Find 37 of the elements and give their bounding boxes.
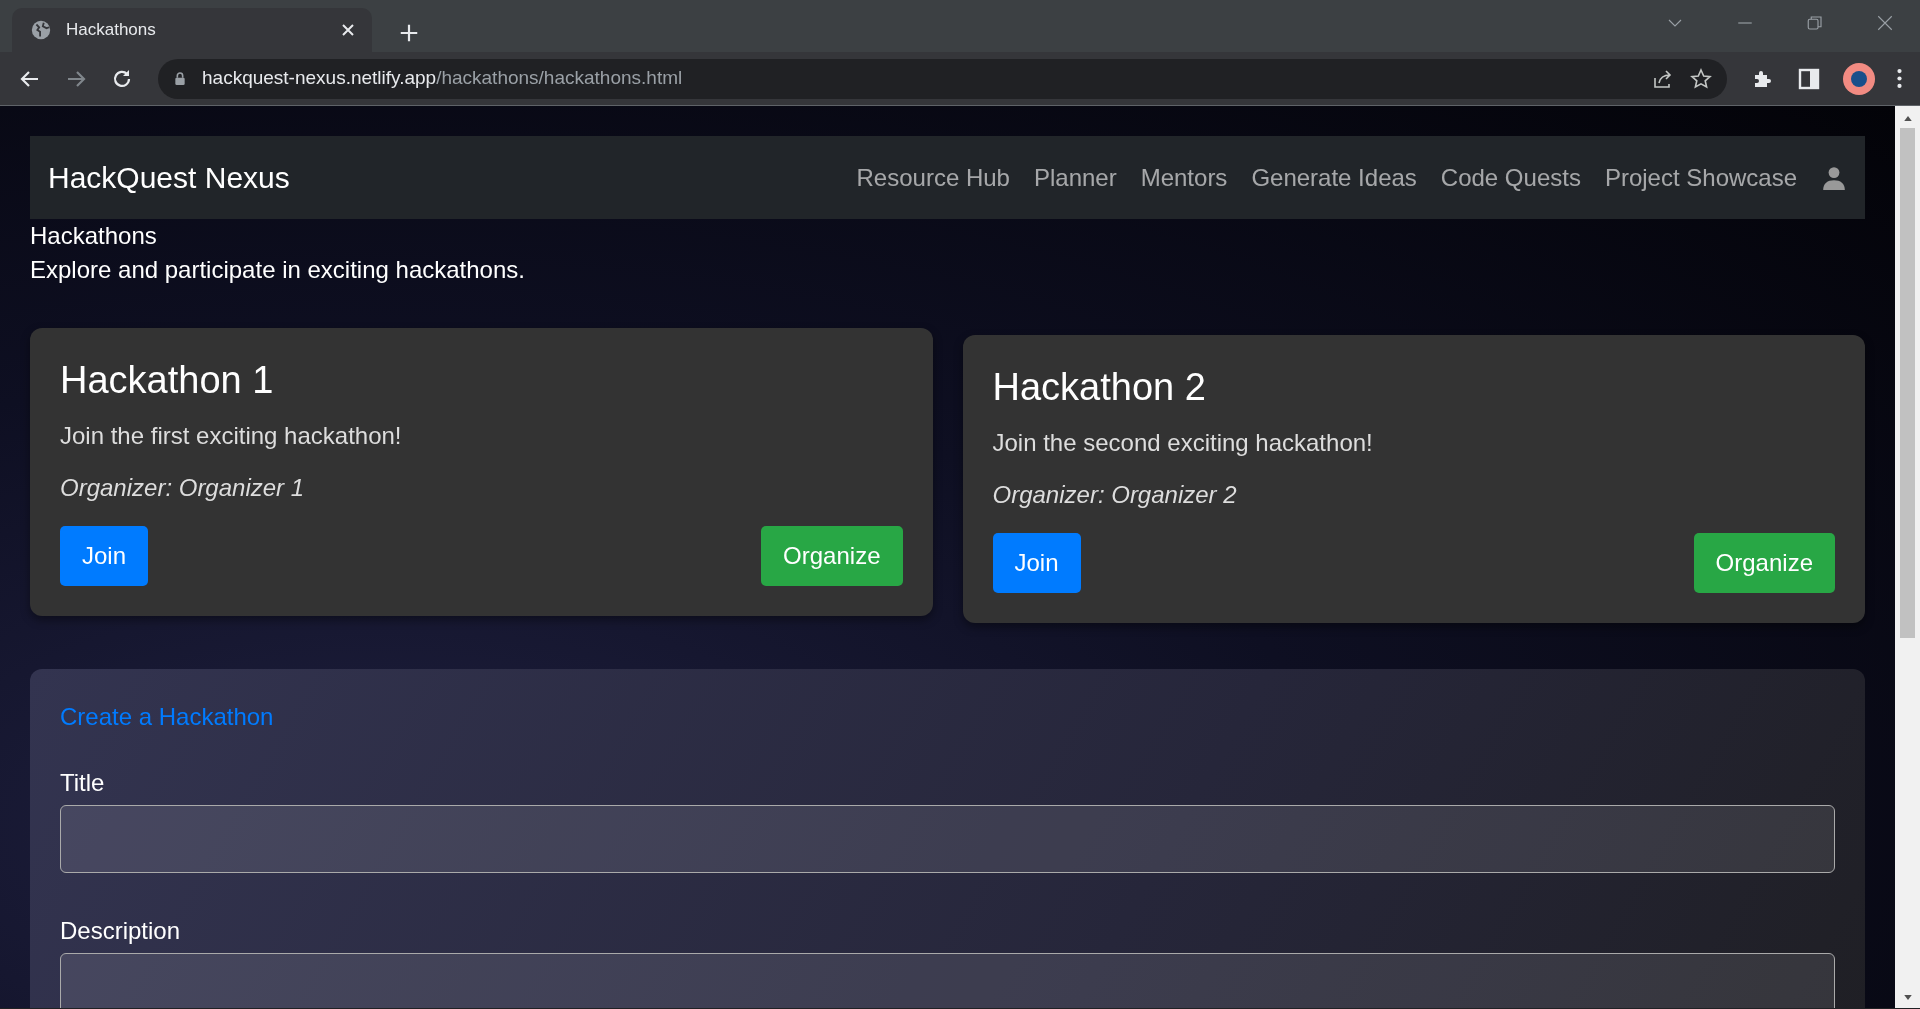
nav-link[interactable]: Generate Ideas xyxy=(1239,159,1429,196)
form-title: Create a Hackathon xyxy=(60,701,275,732)
star-icon[interactable] xyxy=(1689,66,1713,91)
arrow-up-icon[interactable] xyxy=(1902,114,1913,124)
page-title: Hackathons xyxy=(30,221,158,251)
scrollbar[interactable] xyxy=(1895,106,1920,1008)
join-button[interactable]: Join xyxy=(992,532,1081,593)
nav-link[interactable]: Resource Hub xyxy=(844,159,1022,196)
user-icon[interactable] xyxy=(1821,164,1847,191)
nav-link[interactable]: Planner xyxy=(1021,159,1129,196)
card-title: Hackathon 2 xyxy=(992,365,1207,411)
card-description: Join the second exciting hackathon! xyxy=(992,427,1374,458)
nav-link[interactable]: Project Showcase xyxy=(1592,159,1809,196)
brand-name[interactable]: HackQuest Nexus xyxy=(48,155,290,200)
field-label: Description xyxy=(60,915,182,946)
tab-title: Hackathons xyxy=(66,19,157,42)
address-bar[interactable]: hackquest-nexus.netlify.app/hackathons/hackathons.html xyxy=(158,58,1727,99)
organizer-text: Organizer: Organizer 1 xyxy=(60,472,306,503)
scroll-thumb[interactable] xyxy=(1900,128,1915,638)
avatar-icon xyxy=(1843,62,1875,95)
page-subtitle: Explore and participate in exciting hackathons. xyxy=(30,254,526,285)
card-title: Hackathon 1 xyxy=(60,358,275,404)
field-label: Title xyxy=(60,767,106,798)
more-icon xyxy=(1897,69,1902,88)
browser-tab[interactable]: Hackathons xyxy=(12,8,372,52)
nav-link[interactable]: Code Quests xyxy=(1428,159,1593,196)
arrow-down-icon[interactable] xyxy=(1902,992,1913,1002)
card-description: Join the first exciting hackathon! xyxy=(60,420,403,451)
input-field[interactable] xyxy=(60,804,1835,873)
side-panel-icon xyxy=(1797,66,1821,91)
organizer-text: Organizer: Organizer 2 xyxy=(992,479,1238,510)
lock-icon xyxy=(172,70,188,87)
nav-link[interactable]: Mentors xyxy=(1128,159,1240,196)
join-button[interactable]: Join xyxy=(60,525,149,586)
url-text: hackquest-nexus.netlify.app/hackathons/hackathons.html xyxy=(202,66,684,91)
globe-icon xyxy=(30,19,52,41)
restore-icon[interactable] xyxy=(1806,14,1824,32)
